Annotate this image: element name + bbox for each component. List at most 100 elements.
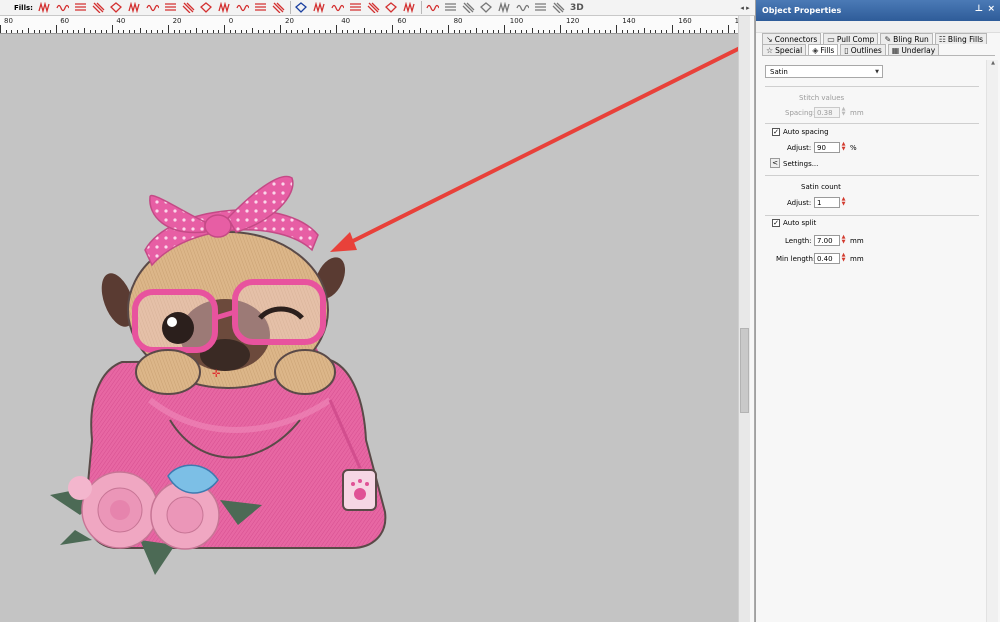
- bling-fills-icon: ☷: [938, 34, 946, 44]
- ruler-label: 40: [116, 17, 126, 25]
- tile-fill-icon[interactable]: [330, 1, 346, 15]
- radial-fill-icon[interactable]: [461, 1, 477, 15]
- spacing-unit: mm: [850, 109, 864, 117]
- fill-type-select[interactable]: Satin ▼: [765, 65, 883, 78]
- tab-label: Fills: [820, 45, 835, 55]
- gear-icon[interactable]: [551, 1, 567, 15]
- tab-label: Outlines: [850, 45, 882, 55]
- toolbar-separator: [289, 1, 291, 14]
- design-canvas[interactable]: ✛: [0, 34, 738, 622]
- star-fill-icon[interactable]: [181, 1, 197, 15]
- tab-underlay[interactable]: ▦ Underlay: [887, 44, 940, 55]
- tab-pull-comp[interactable]: ▭ Pull Comp: [823, 33, 879, 44]
- panel-title-bar: Object Properties ⊥ ×: [756, 0, 1000, 21]
- tab-bling-run[interactable]: ✎ Bling Run: [880, 33, 933, 44]
- tab-label: Connectors: [774, 34, 818, 44]
- svg-text:✛: ✛: [212, 369, 221, 380]
- satin-adjust-label: Adjust:: [787, 199, 812, 207]
- fills-icon: ◈: [812, 45, 819, 55]
- satin-adjust-field[interactable]: 1: [814, 197, 840, 208]
- tab-fills[interactable]: ◈ Fills: [808, 44, 839, 55]
- snowflake-fill-icon[interactable]: [515, 1, 531, 15]
- flower-fill-icon[interactable]: [271, 1, 287, 15]
- sun-icon[interactable]: [312, 1, 328, 15]
- annotation-arrow: [330, 46, 738, 252]
- net-fill-icon[interactable]: [366, 1, 382, 15]
- tab-label: Underlay: [901, 45, 936, 55]
- circle-fill-icon[interactable]: [235, 1, 251, 15]
- diamond-fill-icon[interactable]: [217, 1, 233, 15]
- bling-icon[interactable]: [443, 1, 459, 15]
- feather-fill-icon[interactable]: [402, 1, 418, 15]
- auto-split-label: Auto split: [783, 219, 817, 227]
- toolbar-scroll-arrows[interactable]: ◂ ▸: [735, 0, 755, 15]
- weave-fill-icon[interactable]: [479, 1, 495, 15]
- spacing-label: Spacing:: [785, 109, 816, 117]
- length-unit: mm: [850, 237, 864, 245]
- min-length-field[interactable]: 0.40: [814, 253, 840, 264]
- chevron-down-icon: ▼: [875, 69, 879, 75]
- spiral-fill-icon[interactable]: [253, 1, 269, 15]
- ruler-label: 60: [397, 17, 407, 25]
- stitch-values-label: Stitch values: [799, 94, 845, 102]
- fills-toolbar: Fills: 3D ◂ ▸: [0, 0, 755, 16]
- tab-label: Special: [775, 45, 803, 55]
- leaf-fill-icon[interactable]: [425, 1, 441, 15]
- canvas-scroll-thumb[interactable]: [740, 328, 749, 413]
- close-icon[interactable]: ×: [987, 4, 995, 14]
- star-icon: ☆: [766, 45, 774, 55]
- tatami-fill-icon[interactable]: [73, 1, 89, 15]
- swirl-fill-icon[interactable]: [199, 1, 215, 15]
- fill-type-value: Satin: [770, 68, 788, 76]
- length-stepper[interactable]: ▲ ▼: [840, 235, 847, 246]
- length-label: Length:: [785, 237, 812, 245]
- divider: [765, 86, 979, 87]
- cross-fill-icon[interactable]: [163, 1, 179, 15]
- motif-fill-icon[interactable]: [145, 1, 161, 15]
- underlay-icon: ▦: [891, 45, 900, 55]
- adjust-field[interactable]: 90: [814, 142, 840, 153]
- grid-fill-icon[interactable]: [348, 1, 364, 15]
- embroidery-design[interactable]: ✛: [0, 34, 738, 622]
- spacing-stepper[interactable]: ▲ ▼: [840, 107, 847, 118]
- settings-link[interactable]: Settings...: [783, 160, 818, 168]
- auto-split-checkbox[interactable]: ✓: [772, 219, 780, 227]
- tab-label: Bling Run: [893, 34, 929, 44]
- length-field[interactable]: 7.00: [814, 235, 840, 246]
- tab-outlines[interactable]: ▯ Outlines: [840, 44, 886, 55]
- satin-adjust-stepper[interactable]: ▲ ▼: [840, 197, 847, 208]
- tabs-row-1: ↘ Connectors ▭ Pull Comp ✎ Bling Run ☷ Bling Fi…: [762, 33, 989, 44]
- ruler-label: 0: [228, 17, 234, 25]
- moon-icon[interactable]: [294, 1, 310, 15]
- zigzag-fill-icon[interactable]: [37, 1, 53, 15]
- chevron-up-icon[interactable]: ▲: [989, 60, 997, 68]
- ruler-label: 120: [566, 17, 580, 25]
- min-length-stepper[interactable]: ▲ ▼: [840, 253, 847, 264]
- tab-label: Pull Comp: [836, 34, 875, 44]
- canvas-vertical-scrollbar[interactable]: [738, 16, 750, 622]
- object-properties-panel: Object Properties ⊥ × ↘ Connectors ▭ Pull C…: [755, 0, 1000, 622]
- fill-icons-group: [36, 1, 568, 15]
- settings-expand-button[interactable]: <: [770, 158, 780, 168]
- divider: [765, 123, 979, 124]
- adjust-label: Adjust:: [787, 144, 812, 152]
- wave-fill-icon[interactable]: [55, 1, 71, 15]
- chevron-fill-icon[interactable]: [127, 1, 143, 15]
- toolbar-separator: [420, 1, 422, 14]
- three-d-button[interactable]: 3D: [568, 3, 584, 13]
- lace-fill-icon[interactable]: [109, 1, 125, 15]
- rose-fill-icon[interactable]: [497, 1, 513, 15]
- ruler-label: 80: [453, 17, 463, 25]
- adjust-stepper[interactable]: ▲ ▼: [840, 142, 847, 153]
- tab-special[interactable]: ☆ Special: [762, 44, 807, 55]
- pin-icon[interactable]: ⊥: [975, 4, 983, 14]
- tab-connectors[interactable]: ↘ Connectors: [762, 33, 822, 44]
- palm-fill-icon[interactable]: [533, 1, 549, 15]
- auto-spacing-checkbox[interactable]: ✓: [772, 128, 780, 136]
- tab-bling-fills[interactable]: ☷ Bling Fills: [934, 33, 988, 44]
- spacing-field[interactable]: 0.38: [814, 107, 840, 118]
- satin-fill-icon[interactable]: [91, 1, 107, 15]
- ring-fill-icon[interactable]: [384, 1, 400, 15]
- panel-vertical-scrollbar[interactable]: ▲: [986, 60, 998, 622]
- ruler-label: 80: [4, 17, 13, 25]
